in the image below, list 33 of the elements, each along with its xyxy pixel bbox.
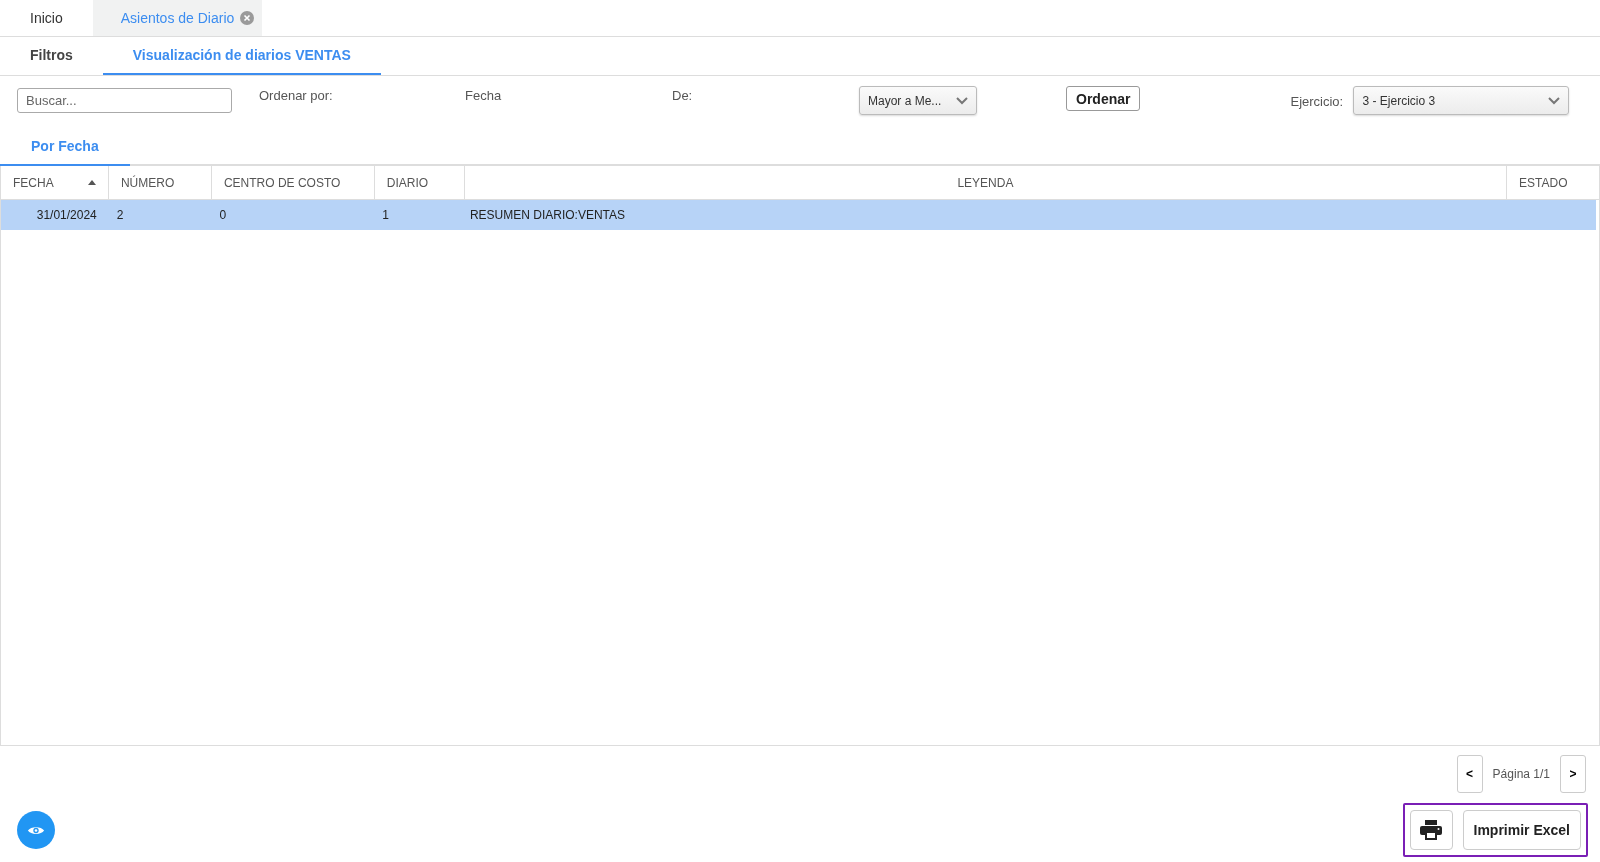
previous-page-button[interactable]: <: [1456, 755, 1483, 793]
close-icon[interactable]: [240, 11, 255, 25]
direction-label: De:: [672, 88, 694, 103]
column-header[interactable]: CENTRO DE COSTO: [211, 166, 375, 199]
table-cell: 0: [219, 208, 227, 222]
exercise-label: Ejercicio:: [1290, 94, 1345, 109]
order-label: Ordenar por:: [259, 88, 334, 103]
column-header[interactable]: FECHA: [1, 166, 109, 199]
exercise-select[interactable]: 3 - Ejercicio 3: [1353, 86, 1570, 115]
direction-select[interactable]: Mayor a Me...: [859, 86, 977, 115]
table-cell: 31/01/2024: [36, 208, 97, 222]
table-cell: 1: [382, 208, 389, 222]
sub-tab[interactable]: Filtros: [0, 37, 103, 75]
table-row[interactable]: 31/01/2024 2 0 1 RESUMEN DIARIO:VENTAS: [1, 200, 1596, 230]
table-cell: 2: [116, 208, 124, 222]
column-header[interactable]: NÚMERO: [108, 166, 212, 199]
view-button[interactable]: [17, 811, 55, 849]
chevron-down-icon: [956, 96, 968, 105]
printer-icon: [1420, 820, 1442, 840]
order-button[interactable]: Ordenar: [1066, 86, 1141, 111]
top-tab[interactable]: Inicio: [0, 0, 93, 36]
chevron-down-icon: [1548, 96, 1561, 105]
column-header[interactable]: DIARIO: [374, 166, 465, 199]
excel-print-button[interactable]: Imprimir Excel: [1462, 810, 1581, 850]
order-field-text: Fecha: [465, 88, 503, 103]
column-header[interactable]: LEYENDA: [464, 166, 1508, 199]
column-header[interactable]: ESTADO: [1507, 166, 1599, 199]
table-cell: RESUMEN DIARIO:VENTAS: [469, 208, 626, 222]
print-button[interactable]: [1409, 810, 1453, 850]
search-field[interactable]: Buscar...: [17, 88, 232, 113]
page-indicator: Página 1/1: [1492, 767, 1550, 781]
next-page-button[interactable]: >: [1560, 755, 1586, 793]
eye-icon: [27, 824, 45, 836]
